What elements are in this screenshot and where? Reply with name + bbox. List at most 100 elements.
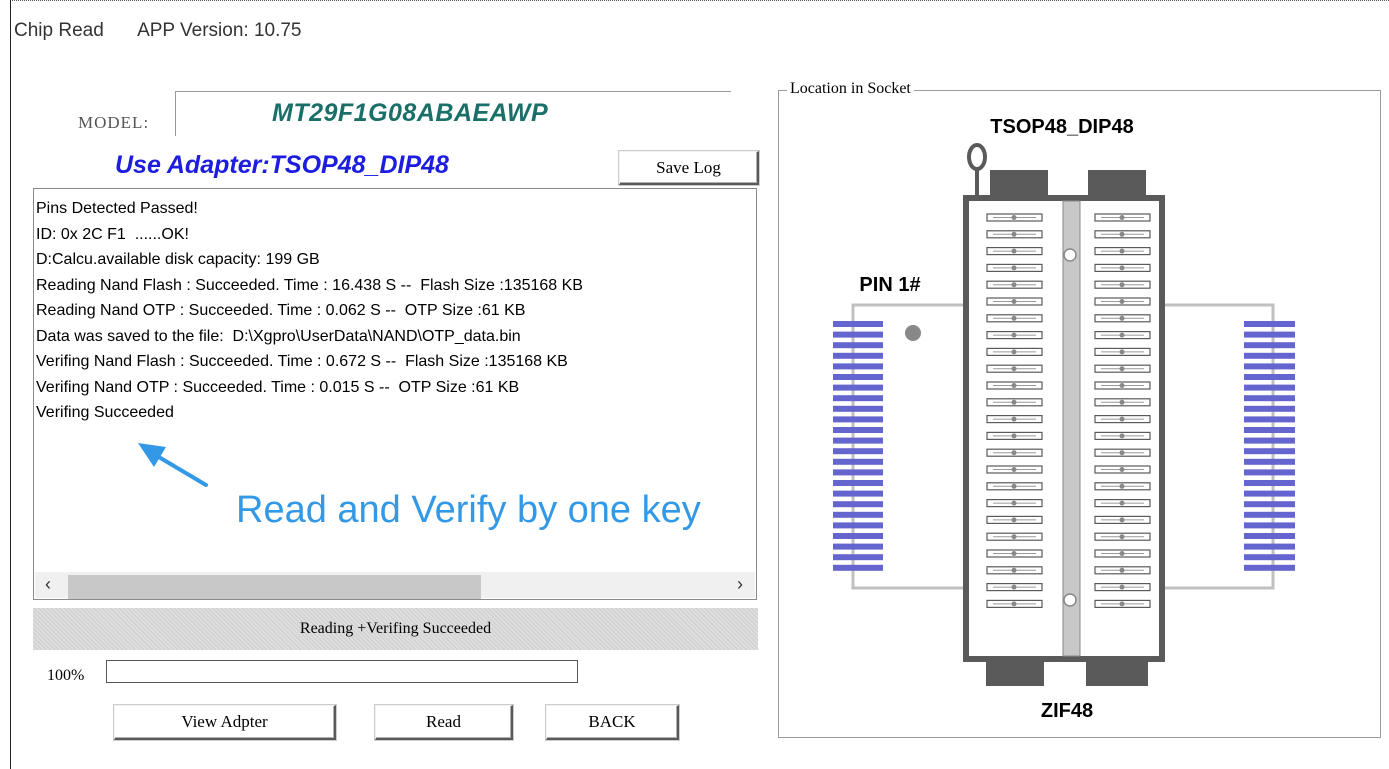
- socket-pin-contact: [1119, 299, 1125, 304]
- pad-right: [1244, 342, 1295, 349]
- scroll-left-icon[interactable]: ‹: [45, 574, 51, 595]
- window-title-text: Chip Read: [14, 20, 104, 41]
- pin1-label: PIN 1#: [859, 274, 920, 296]
- socket-pin-contact: [1119, 315, 1125, 321]
- log-horizontal-scrollbar[interactable]: ‹ ›: [35, 572, 755, 599]
- socket-pin-contact: [1119, 584, 1125, 590]
- socket-pin-contact: [1011, 416, 1017, 422]
- pad-left: [833, 416, 883, 423]
- socket-pin-contact: [1119, 450, 1125, 456]
- socket-pin-contact: [1011, 467, 1017, 472]
- pad-right: [1244, 458, 1295, 465]
- pad-right: [1244, 437, 1295, 444]
- progress-label: 100%: [47, 667, 85, 684]
- socket-pin-contact: [1011, 551, 1017, 556]
- socket-pin-contact: [1119, 517, 1125, 523]
- pad-right: [1244, 321, 1295, 327]
- log-line: ID: 0x 2C F1 ......OK!: [36, 225, 189, 243]
- window-title: Chip Read APP Version: 10.75: [14, 20, 302, 42]
- socket-pin-contact: [1119, 399, 1125, 405]
- pad-left: [833, 321, 883, 327]
- scrollbar-thumb[interactable]: [68, 575, 481, 599]
- status-bar: Reading +Verifing Succeeded: [33, 608, 758, 650]
- pin1-dot: [905, 325, 921, 341]
- pad-right: [1244, 427, 1295, 433]
- window-top-border: [10, 0, 1389, 2]
- pad-left: [833, 543, 883, 550]
- socket-pin-contact: [1011, 450, 1017, 456]
- pad-right: [1244, 564, 1295, 571]
- view-adapter-button[interactable]: View Adpter: [114, 705, 336, 740]
- socket-pin-contact: [1011, 231, 1017, 237]
- annotation-arrow-icon: [138, 443, 208, 487]
- pad-left: [833, 352, 883, 359]
- pad-left: [833, 564, 883, 571]
- pad-left: [833, 511, 883, 518]
- pad-right: [1244, 480, 1295, 486]
- socket-pin-contact: [1119, 383, 1125, 388]
- app-version: APP Version: 10.75: [137, 20, 302, 41]
- pad-left: [833, 533, 883, 539]
- pad-right: [1244, 405, 1295, 412]
- pad-left: [833, 437, 883, 444]
- pad-left: [833, 480, 883, 486]
- socket-pin-contact: [1011, 399, 1017, 405]
- log-line: Reading Nand OTP : Succeeded. Time : 0.0…: [36, 302, 526, 319]
- adapter-info: Use Adapter:TSOP48_DIP48: [115, 151, 449, 179]
- read-button[interactable]: Read: [375, 705, 513, 740]
- socket-pin-contact: [1011, 349, 1017, 355]
- pad-right: [1244, 416, 1295, 423]
- socket-pin-contact: [1011, 282, 1017, 288]
- socket-pin-contact: [1011, 483, 1017, 489]
- socket-pin-contact: [1011, 315, 1017, 321]
- pad-left: [833, 374, 883, 380]
- socket-rail-hole: [1063, 248, 1077, 262]
- zif-label: ZIF48: [1041, 700, 1093, 722]
- log-line: Verifing Succeeded: [36, 404, 174, 421]
- pad-right: [1244, 363, 1295, 370]
- pad-right: [1244, 522, 1295, 529]
- socket-pin-contact: [1119, 215, 1125, 220]
- pad-right: [1244, 490, 1295, 497]
- socket-pin-contact: [1119, 332, 1125, 338]
- log-line: D:Calcu.available disk capacity: 199 GB: [36, 251, 320, 268]
- socket-rail-hole: [1063, 593, 1077, 607]
- socket-pin-contact: [1011, 248, 1017, 254]
- pad-left: [833, 448, 883, 455]
- pad-right: [1244, 352, 1295, 359]
- socket-latch-ring: [967, 143, 987, 171]
- socket-pin-contact: [1011, 584, 1017, 590]
- pad-right: [1244, 533, 1295, 539]
- socket-diagram: TSOP48_DIP48 PIN 1# ZIF48: [833, 116, 1295, 722]
- pad-left: [833, 342, 883, 349]
- socket-pin-contact: [1011, 265, 1017, 271]
- pad-right: [1244, 384, 1295, 391]
- log-panel[interactable]: Pins Detected Passed! ID: 0x 2C F1 ......…: [33, 188, 757, 600]
- back-button[interactable]: BACK: [546, 705, 679, 740]
- log-line: Pins Detected Passed!: [36, 200, 198, 217]
- pad-right: [1244, 331, 1295, 338]
- pad-left: [833, 554, 883, 561]
- save-log-button[interactable]: Save Log: [619, 151, 759, 185]
- annotation-text: Read and Verify by one key: [236, 489, 701, 531]
- socket-pin-contact: [1119, 500, 1125, 506]
- socket-pin-contact: [1011, 332, 1017, 338]
- socket-pin-contact: [1119, 366, 1125, 372]
- model-label: MODEL:: [78, 113, 150, 132]
- socket-pin-contact: [1011, 500, 1017, 506]
- scroll-right-icon[interactable]: ›: [737, 574, 743, 595]
- pad-left: [833, 522, 883, 529]
- pad-right: [1244, 554, 1295, 561]
- socket-center-rail: [1062, 200, 1081, 657]
- pad-left: [833, 331, 883, 338]
- progress-fill: [107, 661, 577, 682]
- pad-right: [1244, 469, 1295, 476]
- pad-left: [833, 490, 883, 497]
- pad-left: [833, 469, 883, 476]
- pad-right: [1244, 395, 1295, 402]
- socket-pin-contact: [1119, 601, 1125, 607]
- pad-right: [1244, 511, 1295, 518]
- socket-pin-contact: [1011, 517, 1017, 523]
- socket-pin-contact: [1011, 567, 1017, 573]
- socket-pin-contact: [1119, 282, 1125, 288]
